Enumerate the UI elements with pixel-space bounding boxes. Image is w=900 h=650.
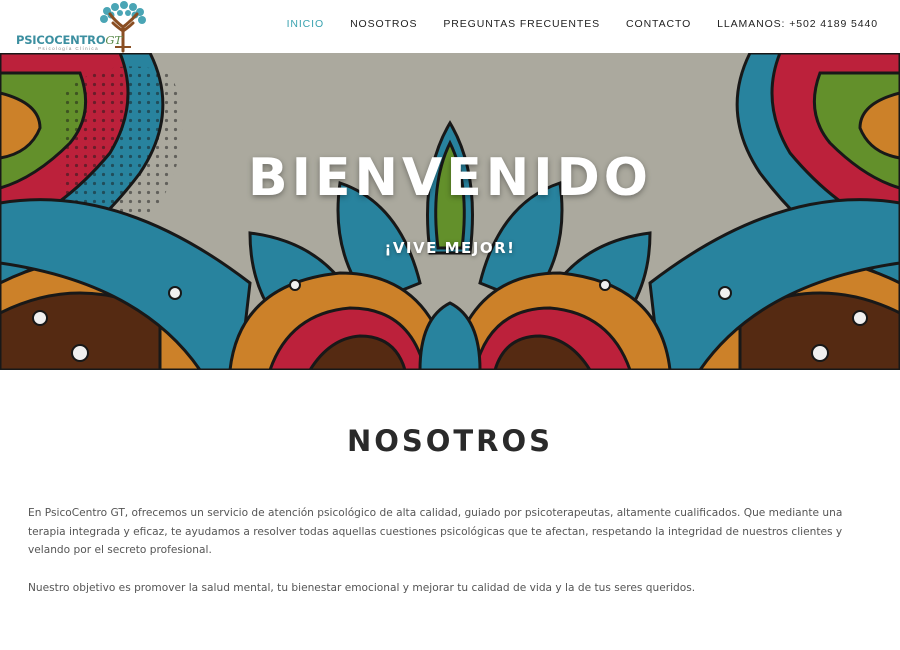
logo[interactable]: PSICOCENTROGT Psicología Clínica <box>14 1 149 53</box>
hero-banner: BIENVENIDO ¡VIVE MEJOR! <box>0 53 900 370</box>
hero-title: BIENVENIDO <box>247 148 653 208</box>
nav-item-phone[interactable]: LLAMANOS: +502 4189 5440 <box>717 18 878 30</box>
mandala-background-image <box>0 53 900 370</box>
about-paragraph-2: Nuestro objetivo es promover la salud me… <box>28 582 696 594</box>
main-nav: INICIO NOSOTROS PREGUNTAS FRECUENTES CON… <box>261 18 878 30</box>
section-title-nosotros: NOSOTROS <box>346 424 554 458</box>
brand-name: PSICOCENTROGT <box>16 33 122 47</box>
hero-subtitle: ¡VIVE MEJOR! <box>384 239 516 257</box>
nav-item-preguntas-frecuentes[interactable]: PREGUNTAS FRECUENTES <box>443 18 600 30</box>
nav-item-nosotros[interactable]: NOSOTROS <box>350 18 417 30</box>
site-header: PSICOCENTROGT Psicología Clínica INICIO … <box>0 0 900 53</box>
nav-item-contacto[interactable]: CONTACTO <box>626 18 691 30</box>
brand-tagline: Psicología Clínica <box>38 46 99 51</box>
nav-item-inicio[interactable]: INICIO <box>287 18 325 30</box>
about-paragraph-1: En PsicoCentro GT, ofrecemos un servicio… <box>28 507 843 556</box>
